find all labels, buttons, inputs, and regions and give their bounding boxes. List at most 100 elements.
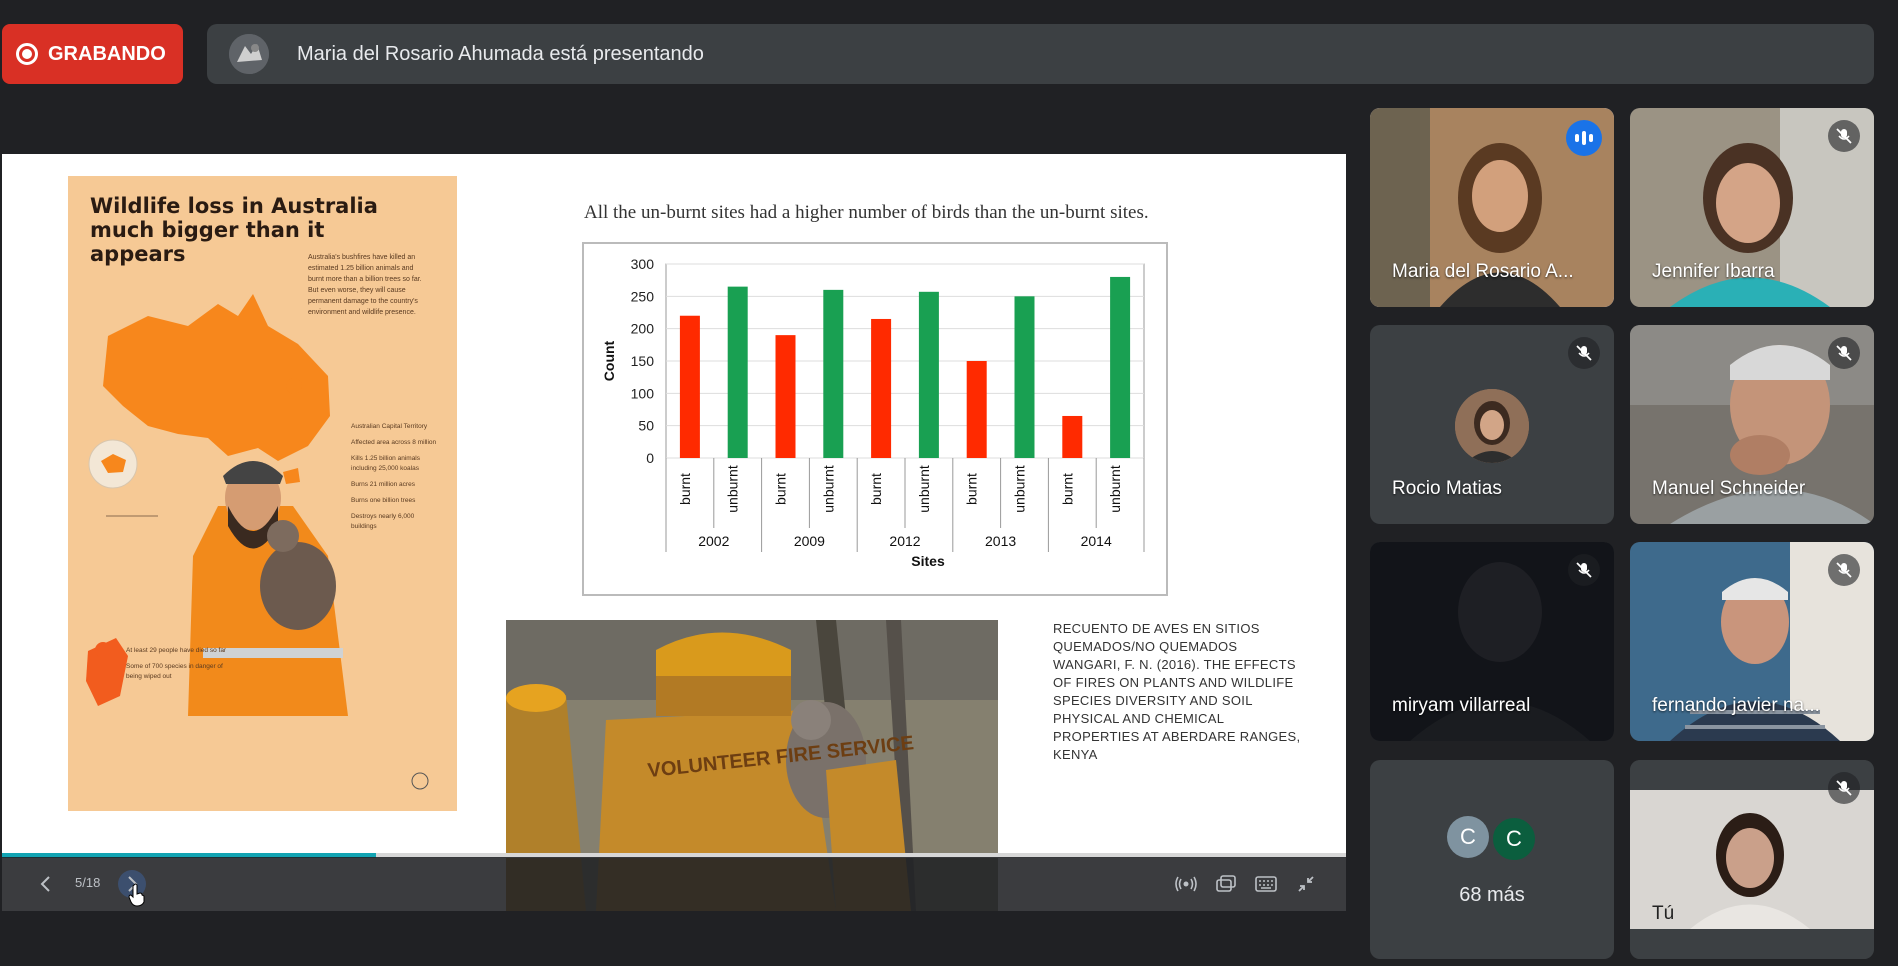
- poster-footnote: At least 29 people have died so far: [126, 647, 227, 654]
- mic-muted-indicator: [1828, 120, 1860, 152]
- poster-stat: Affected area across 8 million: [351, 439, 437, 446]
- poster-footnote: Some of 700 species in danger of being w…: [126, 663, 223, 680]
- more-participants-label: 68 más: [1459, 884, 1525, 906]
- more-participants-tile[interactable]: C C 68 más: [1370, 760, 1614, 959]
- participant-tile[interactable]: Manuel Schneider: [1630, 325, 1874, 524]
- mic-off-icon: [1836, 128, 1852, 144]
- subcategory-label: burnt: [677, 473, 693, 505]
- presenter-text: Maria del Rosario Ahumada está presentan…: [297, 42, 704, 65]
- bar-unburnt: [727, 286, 748, 458]
- poster-blurb: Australia's bushfires have killed an est…: [308, 254, 422, 316]
- wildlife-poster: Wildlife loss in Australia much bigger t…: [68, 176, 457, 811]
- window-icon: [1216, 875, 1236, 892]
- subcategory-label: unburnt: [820, 465, 836, 513]
- poster-stat: Destroys nearly 6,000 buildings: [351, 513, 415, 530]
- participant-name: Maria del Rosario A...: [1392, 261, 1574, 282]
- participant-name: miryam villarreal: [1392, 695, 1531, 716]
- reference-line: SPECIES DIVERSITY AND SOIL: [1053, 693, 1253, 708]
- slide-title: All the un-burnt sites had a higher numb…: [584, 202, 1149, 223]
- subcategory-label: burnt: [773, 473, 789, 505]
- presenter-avatar: [229, 34, 269, 74]
- subcategory-label: burnt: [1059, 473, 1075, 505]
- subcategory-label: unburnt: [1012, 465, 1028, 513]
- y-tick-label: 300: [631, 256, 655, 272]
- mic-off-icon: [1836, 345, 1852, 361]
- reference-line: RECUENTO DE AVES EN SITIOS: [1053, 621, 1260, 636]
- y-tick-label: 50: [638, 418, 654, 434]
- mic-off-icon: [1836, 562, 1852, 578]
- participant-tile[interactable]: fernando javier na...: [1630, 542, 1874, 741]
- chevron-left-icon: [40, 876, 50, 892]
- presentation-slide: Wildlife loss in Australia much bigger t…: [2, 154, 1346, 911]
- group-label: 2012: [889, 533, 920, 549]
- x-axis-label: Sites: [911, 553, 945, 569]
- subcategory-label: unburnt: [1107, 465, 1123, 513]
- participant-tile[interactable]: Maria del Rosario A...: [1370, 108, 1614, 307]
- mic-muted-indicator: [1568, 554, 1600, 586]
- exit-fullscreen-button[interactable]: [1292, 870, 1320, 898]
- minimize-icon: [1298, 876, 1314, 892]
- poster-footnotes: At least 29 people have died so far Some…: [126, 646, 236, 688]
- group-label: 2013: [985, 533, 1016, 549]
- keyboard-icon: [1255, 876, 1277, 892]
- reference-line: WANGARI, F. N. (2016). THE EFFECTS: [1053, 657, 1296, 672]
- poster-stat: Burns one billion trees: [351, 497, 416, 504]
- subcategory-label: burnt: [964, 473, 980, 505]
- subcategory-label: burnt: [868, 473, 884, 505]
- poster-stats: Australian Capital Territory Affected ar…: [351, 422, 441, 538]
- subcategory-label: unburnt: [725, 465, 741, 513]
- y-tick-label: 200: [631, 321, 655, 337]
- record-icon: [16, 43, 38, 65]
- participant-initial-avatar: C: [1491, 816, 1537, 862]
- bar-chart-svg: 0 50 100 150 200 250 300 Count burnt burnt burnt bu…: [601, 256, 1145, 569]
- presenter-avatar-icon: [229, 34, 269, 74]
- group-label: 2002: [698, 533, 729, 549]
- broadcast-icon: [1175, 876, 1197, 892]
- participant-name: Tú: [1652, 903, 1675, 924]
- keyboard-button[interactable]: [1252, 870, 1280, 898]
- group-label: 2009: [794, 533, 825, 549]
- participant-tile[interactable]: miryam villarreal: [1370, 542, 1614, 741]
- mic-muted-indicator: [1828, 772, 1860, 804]
- recording-indicator[interactable]: GRABANDO: [2, 24, 183, 84]
- avatar-photo: [1455, 389, 1529, 463]
- bar-unburnt: [918, 291, 939, 458]
- live-captions-button[interactable]: [1172, 870, 1200, 898]
- slide-controls: 5/18: [2, 857, 1346, 911]
- poster-stat: Burns 21 million acres: [351, 481, 415, 488]
- previous-slide-button[interactable]: [32, 870, 60, 898]
- participant-name: Rocio Matias: [1392, 478, 1502, 499]
- bar-unburnt: [1014, 296, 1035, 458]
- participant-initial-avatar: C: [1447, 816, 1489, 858]
- y-tick-label: 100: [631, 385, 655, 401]
- mic-off-icon: [1576, 345, 1592, 361]
- reference-text: RECUENTO DE AVES EN SITIOS QUEMADOS/NO Q…: [1053, 620, 1309, 764]
- bar-burnt: [775, 335, 796, 458]
- participant-tile[interactable]: Rocio Matias: [1370, 325, 1614, 524]
- y-tick-label: 150: [631, 353, 655, 369]
- bar-burnt: [871, 318, 892, 458]
- y-tick-label: 250: [631, 288, 655, 304]
- reference-line: PROPERTIES AT ABERDARE RANGES,: [1053, 729, 1301, 744]
- bar-burnt: [679, 315, 700, 458]
- reference-line: QUEMADOS/NO QUEMADOS: [1053, 639, 1238, 654]
- self-view-tile[interactable]: Tú: [1630, 760, 1874, 959]
- mic-off-icon: [1576, 562, 1592, 578]
- participant-name: fernando javier na...: [1652, 695, 1820, 716]
- participant-name: Manuel Schneider: [1652, 478, 1806, 499]
- mic-muted-indicator: [1568, 337, 1600, 369]
- group-label: 2014: [1081, 533, 1112, 549]
- poster-stat: Australian Capital Territory: [351, 423, 428, 430]
- hand-cursor-icon: [128, 883, 145, 907]
- mic-muted-indicator: [1828, 337, 1860, 369]
- subcategory-label: unburnt: [916, 465, 932, 513]
- pop-out-button[interactable]: [1212, 870, 1240, 898]
- bar-unburnt: [823, 289, 844, 458]
- participant-tile[interactable]: Jennifer Ibarra: [1630, 108, 1874, 307]
- reference-line: OF FIRES ON PLANTS AND WILDLIFE: [1053, 675, 1294, 690]
- bar-unburnt: [1110, 276, 1131, 458]
- bar-burnt: [1062, 415, 1083, 458]
- bird-count-chart: 0 50 100 150 200 250 300 Count burnt burnt burnt bu…: [582, 242, 1168, 596]
- mic-off-icon: [1836, 780, 1852, 796]
- reference-line: PHYSICAL AND CHEMICAL: [1053, 711, 1225, 726]
